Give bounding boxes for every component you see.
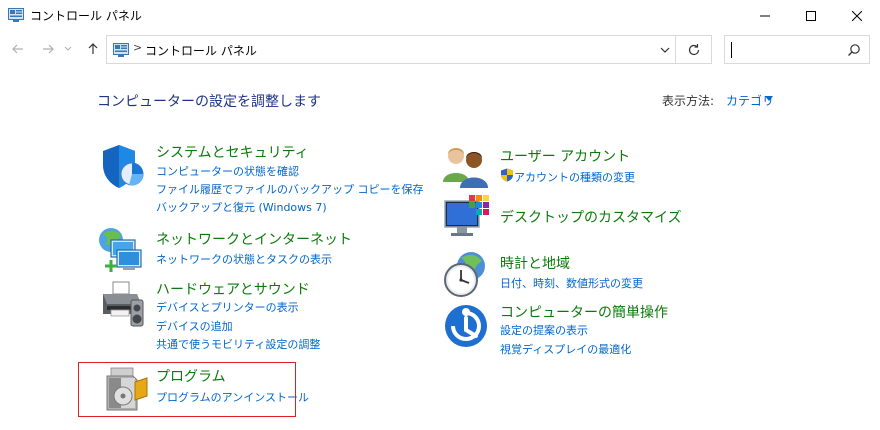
recent-locations-button[interactable]: [62, 39, 74, 59]
search-input[interactable]: [729, 39, 839, 60]
arrow-up-icon: [88, 43, 98, 54]
page-title: コンピューターの設定を調整します: [97, 94, 321, 110]
arrow-left-icon: [12, 44, 23, 54]
text-cursor: [731, 42, 732, 58]
window-title: コントロール パネル: [30, 9, 142, 23]
link-optimize-visual-display[interactable]: 視覚ディスプレイの最適化: [500, 341, 631, 357]
maximize-button[interactable]: [788, 0, 834, 31]
arrow-right-icon: [43, 44, 54, 54]
forward-button[interactable]: [38, 39, 58, 59]
breadcrumb-separator: >: [133, 41, 143, 54]
printer-icon[interactable]: [99, 280, 147, 328]
link-suggested-settings[interactable]: 設定の提案の表示: [500, 322, 588, 338]
highlight-box: [78, 362, 296, 417]
chevron-down-icon: [64, 46, 72, 51]
link-network-status-tasks[interactable]: ネットワークの状態とタスクの表示: [156, 251, 332, 267]
category-title-hardware-sound[interactable]: ハードウェアとサウンド: [156, 279, 310, 299]
link-add-device[interactable]: デバイスの追加: [156, 318, 233, 334]
control-panel-icon: [113, 43, 129, 57]
close-button[interactable]: [834, 0, 880, 31]
ease-of-access-icon[interactable]: [444, 302, 492, 350]
link-backup-restore[interactable]: バックアップと復元 (Windows 7): [156, 199, 327, 215]
search-icon[interactable]: [847, 43, 861, 57]
category-title-desktop-customization[interactable]: デスクトップのカスタマイズ: [500, 207, 682, 227]
link-check-computer-status[interactable]: コンピューターの状態を確認: [156, 163, 299, 179]
link-mobility-settings[interactable]: 共通で使うモビリティ設定の調整: [156, 336, 320, 352]
category-title-ease-of-access[interactable]: コンピューターの簡単操作: [500, 302, 668, 322]
maximize-icon: [806, 10, 816, 21]
users-icon[interactable]: [442, 142, 490, 190]
category-title-system-security[interactable]: システムとセキュリティ: [156, 142, 309, 162]
title-bar: コントロール パネル: [0, 0, 880, 31]
category-title-network-internet[interactable]: ネットワークとインターネット: [156, 229, 352, 249]
address-bar[interactable]: > コントロール パネル: [106, 35, 712, 64]
refresh-icon: [688, 43, 699, 55]
navigation-bar: > コントロール パネル: [0, 31, 880, 67]
network-icon[interactable]: [97, 226, 145, 274]
search-box[interactable]: [724, 35, 870, 64]
link-devices-printers[interactable]: デバイスとプリンターの表示: [156, 299, 299, 315]
minimize-button[interactable]: [742, 0, 788, 31]
refresh-button[interactable]: [675, 36, 711, 63]
link-date-time-format[interactable]: 日付、時刻、数値形式の変更: [500, 275, 643, 291]
chevron-down-icon[interactable]: [657, 42, 673, 58]
up-button[interactable]: [83, 39, 103, 59]
minimize-icon: [760, 15, 770, 16]
desktop-icon[interactable]: [443, 193, 491, 241]
view-by-label: 表示方法:: [662, 94, 715, 108]
close-icon: [852, 10, 862, 21]
back-button[interactable]: [8, 39, 28, 59]
control-panel-icon: [8, 8, 24, 22]
breadcrumb-item[interactable]: コントロール パネル: [145, 42, 257, 59]
clock-globe-icon[interactable]: [443, 250, 491, 298]
link-file-history-backup[interactable]: ファイル履歴でファイルのバックアップ コピーを保存: [156, 181, 424, 197]
uac-shield-icon: [501, 168, 513, 182]
category-title-clock-region[interactable]: 時計と地域: [500, 253, 570, 273]
category-title-user-accounts[interactable]: ユーザー アカウント: [500, 146, 630, 166]
link-change-account-type[interactable]: アカウントの種類の変更: [514, 169, 635, 185]
shield-icon[interactable]: [99, 143, 147, 191]
caret-down-icon[interactable]: [765, 96, 773, 102]
